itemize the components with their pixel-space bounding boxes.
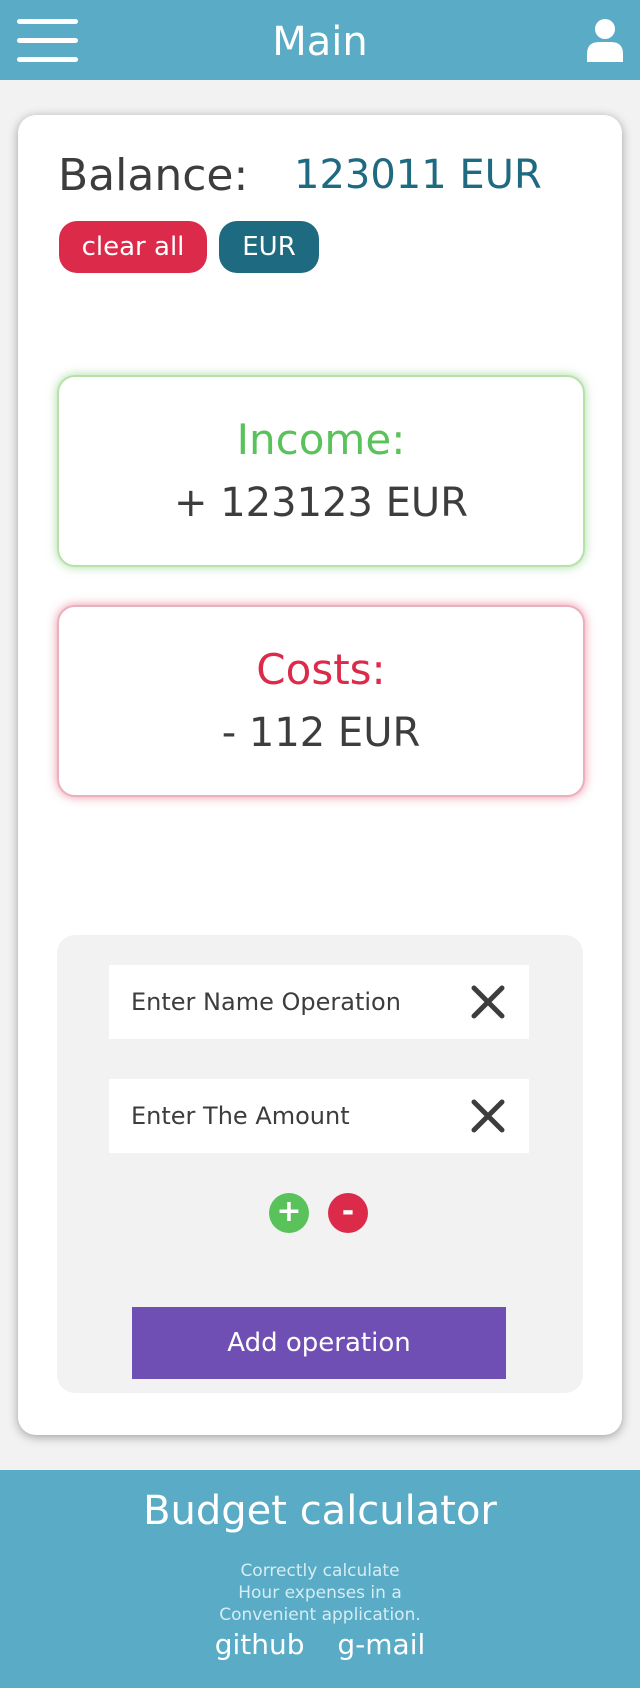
hamburger-line (17, 57, 78, 62)
page-title: Main (272, 19, 368, 65)
hamburger-menu-icon[interactable] (17, 19, 78, 62)
income-value: + 123123 EUR (174, 480, 468, 526)
hamburger-line (17, 19, 78, 24)
balance-value: 123011 EUR (294, 152, 542, 198)
footer-description-line: Hour expenses in a (238, 1583, 402, 1603)
main-card: Balance: 123011 EUR clear all EUR Income… (18, 115, 622, 1435)
amount-input[interactable] (109, 1079, 449, 1153)
operation-form: + - Add operation (57, 935, 583, 1393)
costs-value: - 112 EUR (221, 710, 421, 756)
github-link[interactable]: github (215, 1628, 305, 1661)
footer-title: Budget calculator (143, 1488, 497, 1534)
footer: Budget calculator Correctly calculate Ho… (0, 1470, 640, 1688)
income-label: Income: (236, 415, 406, 464)
footer-links: github g-mail (0, 1628, 640, 1661)
costs-label: Costs: (256, 645, 386, 694)
cost-toggle-button[interactable]: - (328, 1193, 368, 1233)
clear-all-button[interactable]: clear all (59, 221, 207, 273)
income-toggle-button[interactable]: + (269, 1193, 309, 1233)
operation-name-field (109, 965, 529, 1039)
hamburger-line (17, 38, 78, 43)
footer-description: Correctly calculate Hour expenses in a C… (0, 1560, 640, 1626)
top-bar: Main (0, 0, 640, 80)
add-operation-button[interactable]: Add operation (132, 1307, 506, 1379)
costs-card: Costs: - 112 EUR (57, 605, 585, 797)
close-icon[interactable] (471, 1099, 505, 1133)
footer-description-line: Correctly calculate (240, 1561, 400, 1581)
operation-name-input[interactable] (109, 965, 449, 1039)
currency-button[interactable]: EUR (219, 221, 319, 273)
footer-description-line: Convenient application. (219, 1605, 421, 1625)
close-icon[interactable] (471, 985, 505, 1019)
income-card: Income: + 123123 EUR (57, 375, 585, 567)
amount-field (109, 1079, 529, 1153)
gmail-link[interactable]: g-mail (337, 1628, 425, 1661)
user-icon[interactable] (586, 18, 624, 62)
balance-label: Balance: (58, 150, 249, 201)
